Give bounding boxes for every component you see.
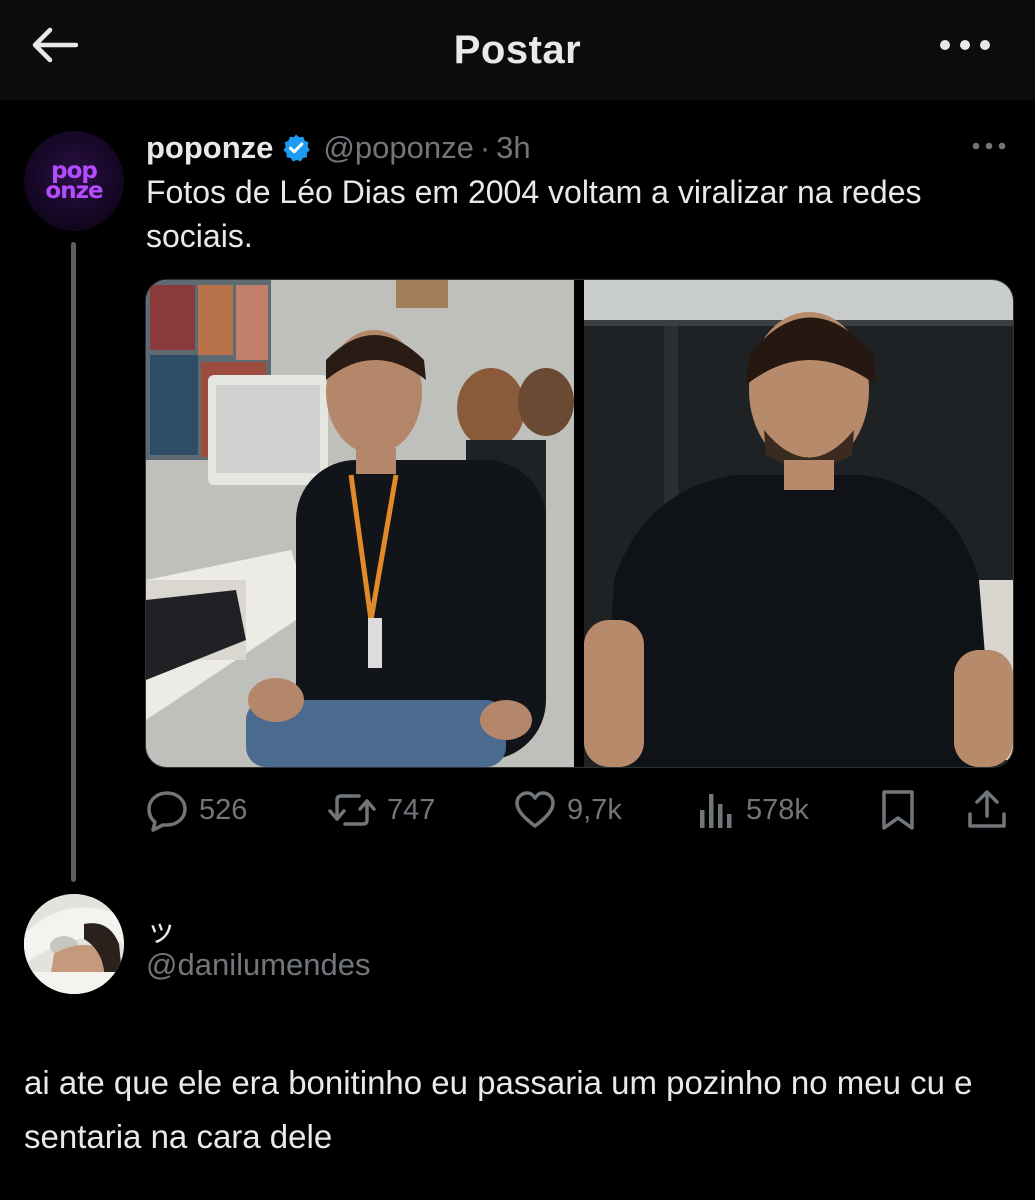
arrow-left-icon — [32, 27, 78, 63]
author-avatar[interactable]: pop onze — [24, 131, 124, 231]
reply-text: ai ate que ele era bonitinho eu passaria… — [24, 1064, 973, 1155]
reply-bubble-icon — [147, 791, 187, 832]
reply-count: 526 — [199, 793, 248, 826]
post-time[interactable]: 3h — [496, 130, 530, 166]
post-media — [145, 279, 1014, 768]
bar-chart-views-icon — [700, 794, 732, 828]
more-horizontal-icon — [940, 40, 990, 50]
more-options-button[interactable] — [935, 30, 995, 60]
like-button[interactable]: 9,7k — [513, 782, 622, 838]
reply-author-handle[interactable]: @danilumendes — [146, 947, 371, 983]
separator-dot: · — [479, 130, 491, 165]
bookmark-icon — [882, 790, 914, 830]
repost-button[interactable]: 747 — [327, 782, 435, 838]
views-button[interactable]: 578k — [698, 782, 809, 838]
post-actions-bar: 526 747 9,7k 578k — [145, 782, 1015, 838]
share-upload-icon — [968, 790, 1006, 828]
avatar-logo-line2: onze — [45, 178, 103, 204]
views-count: 578k — [746, 793, 809, 826]
repost-count: 747 — [387, 793, 436, 826]
top-bar: Postar — [0, 0, 1035, 100]
like-count: 9,7k — [567, 793, 622, 826]
post-text: Fotos de Léo Dias em 2004 voltam a viral… — [146, 174, 922, 254]
bookmark-button[interactable] — [878, 782, 918, 838]
reply-author-avatar[interactable] — [24, 894, 124, 994]
post-header: poponze @poponze · 3h — [146, 128, 531, 168]
office-photo-left[interactable] — [146, 280, 574, 767]
reply-button[interactable]: 526 — [145, 782, 247, 838]
back-button[interactable] — [26, 22, 82, 68]
post-more-button[interactable] — [971, 138, 1007, 154]
thread-connector-line — [71, 242, 76, 882]
verified-badge-icon — [281, 133, 311, 163]
author-handle[interactable]: @poponze — [323, 130, 473, 166]
repost-icon — [328, 794, 376, 826]
office-photo-right[interactable] — [584, 280, 1013, 767]
more-horizontal-icon — [972, 142, 1006, 150]
share-button[interactable] — [965, 782, 1009, 838]
heart-icon — [515, 791, 555, 828]
author-name[interactable]: poponze — [146, 130, 273, 166]
page-title: Postar — [453, 27, 582, 72]
reply-author-name[interactable]: ッ — [146, 906, 176, 950]
